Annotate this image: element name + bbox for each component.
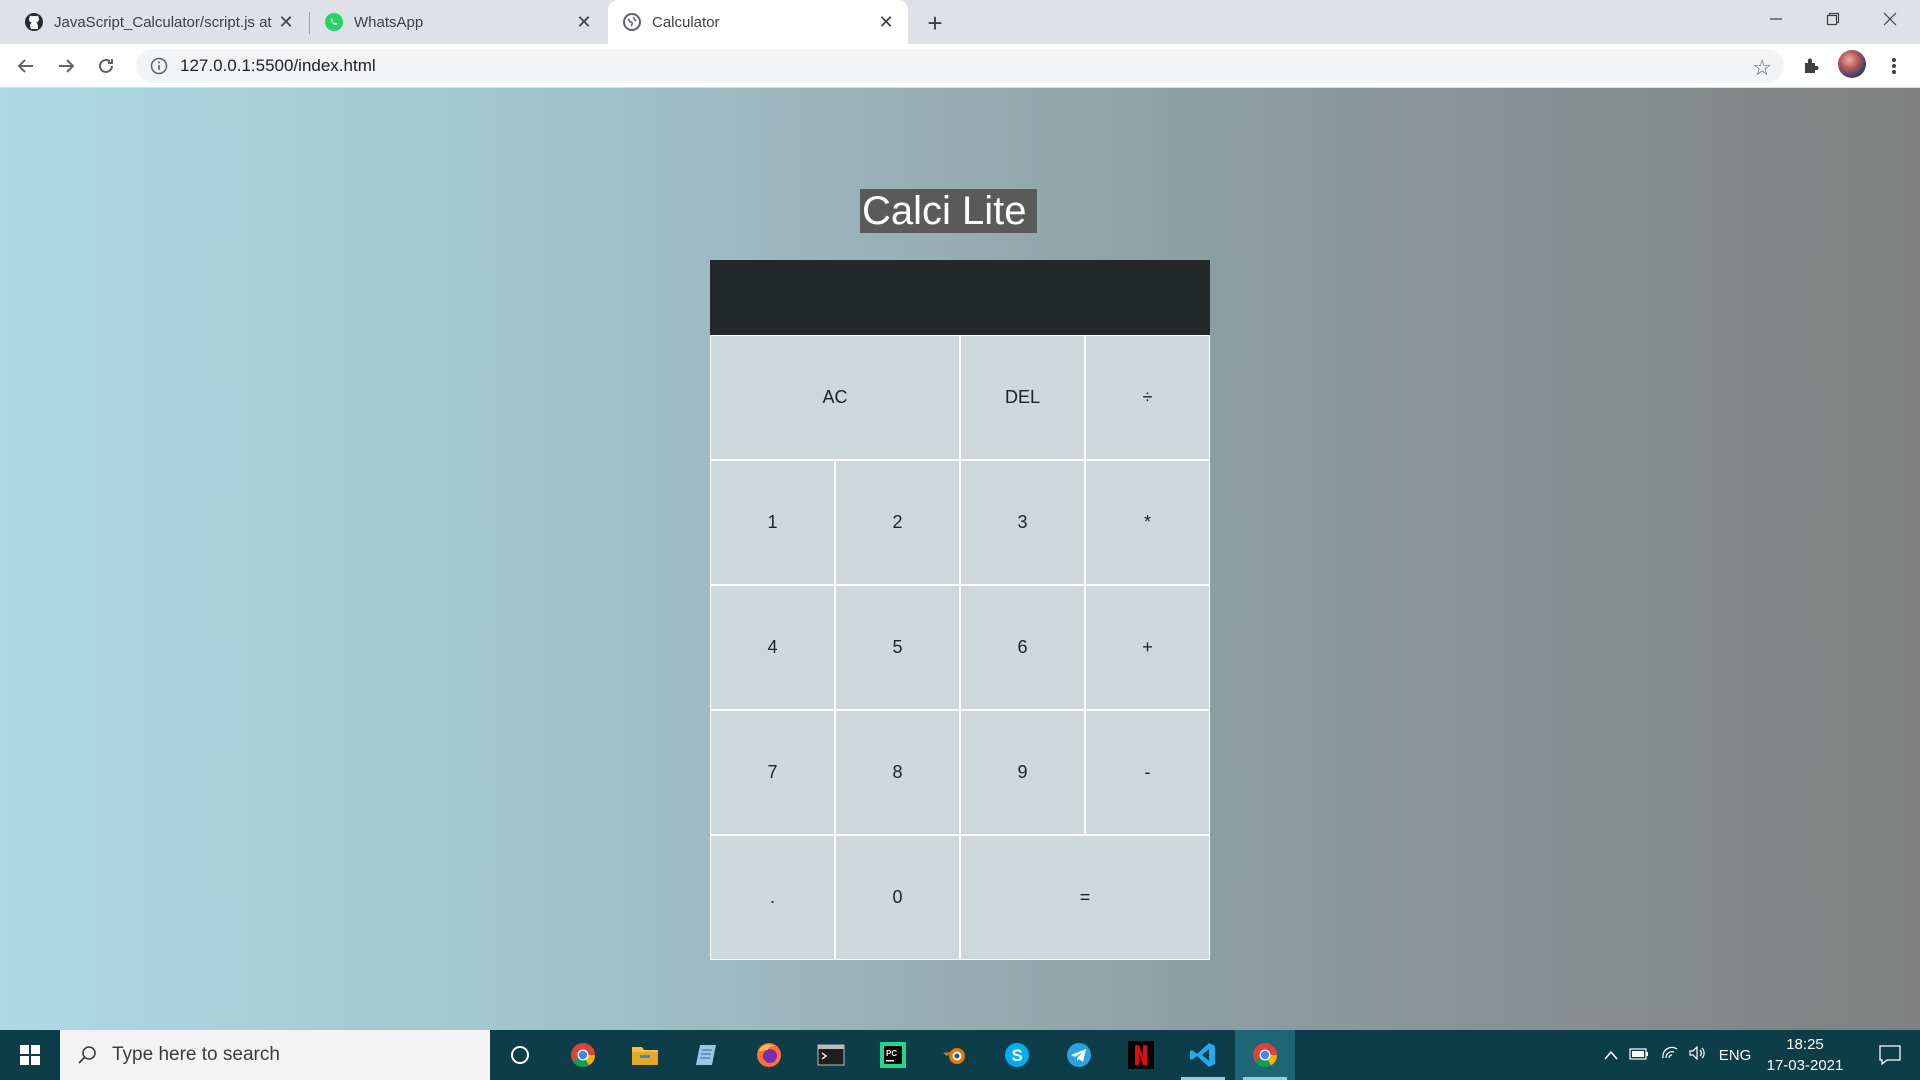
digit-8-button[interactable]: 8: [835, 710, 960, 835]
app-title: Calci Lite: [860, 189, 1037, 233]
close-tab-icon[interactable]: ✕: [872, 8, 900, 36]
digit-5-button[interactable]: 5: [835, 585, 960, 710]
close-window-icon[interactable]: [1862, 0, 1918, 38]
digit-3-button[interactable]: 3: [960, 460, 1085, 585]
minus-button[interactable]: -: [1085, 710, 1210, 835]
vscode-icon[interactable]: [1173, 1030, 1233, 1080]
skype-icon[interactable]: S: [987, 1030, 1047, 1080]
pycharm-icon[interactable]: PC: [863, 1030, 923, 1080]
netflix-icon[interactable]: [1111, 1030, 1171, 1080]
menu-kebab-icon[interactable]: [1876, 48, 1912, 84]
digit-6-button[interactable]: 6: [960, 585, 1085, 710]
back-arrow-icon[interactable]: [8, 48, 44, 84]
multiply-button[interactable]: *: [1085, 460, 1210, 585]
restore-icon[interactable]: [1805, 0, 1861, 38]
keypad: AC DEL ÷ 1 2 3 * 4 5 6 + 7 8 9 - . 0 =: [710, 335, 1210, 960]
new-tab-button[interactable]: +: [918, 6, 952, 40]
windows-taskbar: Type here to search PC S ENG 18:25 17-03…: [0, 1030, 1920, 1080]
browser-tab-strip: JavaScript_Calculator/script.js at ✕ Wha…: [0, 0, 1920, 44]
windows-start-icon[interactable]: [0, 1030, 60, 1080]
system-tray: ENG: [1600, 1030, 1758, 1080]
globe-icon: [622, 12, 642, 32]
close-tab-icon[interactable]: ✕: [272, 8, 300, 36]
digit-2-button[interactable]: 2: [835, 460, 960, 585]
tab-whatsapp[interactable]: WhatsApp ✕: [300, 0, 606, 44]
minimize-icon[interactable]: [1748, 0, 1804, 38]
calculator-display: [710, 260, 1210, 335]
chevron-up-icon[interactable]: [1600, 1047, 1622, 1064]
address-bar[interactable]: 127.0.0.1:5500/index.html ☆: [136, 49, 1784, 83]
tab-calculator[interactable]: Calculator ✕: [608, 0, 908, 44]
telegram-icon[interactable]: [1049, 1030, 1109, 1080]
reload-icon[interactable]: [88, 48, 124, 84]
file-explorer-icon[interactable]: [615, 1030, 675, 1080]
tab-github[interactable]: JavaScript_Calculator/script.js at ✕: [0, 0, 308, 44]
browser-toolbar: 127.0.0.1:5500/index.html ☆: [0, 44, 1920, 88]
wifi-icon[interactable]: [1656, 1046, 1684, 1064]
cortana-icon[interactable]: [490, 1030, 550, 1080]
profile-avatar[interactable]: [1838, 50, 1866, 78]
decimal-button[interactable]: .: [710, 835, 835, 960]
search-placeholder: Type here to search: [112, 1044, 280, 1065]
search-icon: [76, 1044, 98, 1066]
whatsapp-icon: [324, 12, 344, 32]
bookmark-star-icon[interactable]: ☆: [1752, 55, 1772, 81]
all-clear-button[interactable]: AC: [710, 335, 960, 460]
terminal-icon[interactable]: [801, 1030, 861, 1080]
digit-0-button[interactable]: 0: [835, 835, 960, 960]
digit-4-button[interactable]: 4: [710, 585, 835, 710]
system-clock[interactable]: 18:25 17-03-2021: [1755, 1030, 1855, 1080]
equals-button[interactable]: =: [960, 835, 1210, 960]
svg-text:PC: PC: [886, 1049, 897, 1058]
firefox-icon[interactable]: [739, 1030, 799, 1080]
divide-button[interactable]: ÷: [1085, 335, 1210, 460]
language-indicator[interactable]: ENG: [1712, 1047, 1758, 1064]
digit-9-button[interactable]: 9: [960, 710, 1085, 835]
digit-1-button[interactable]: 1: [710, 460, 835, 585]
page-content: Calci Lite AC DEL ÷ 1 2 3 * 4 5 6 + 7 8 …: [0, 88, 1920, 1030]
delete-button[interactable]: DEL: [960, 335, 1085, 460]
tab-title: WhatsApp: [354, 13, 424, 31]
battery-icon[interactable]: [1622, 1047, 1656, 1064]
chrome-icon[interactable]: [1235, 1030, 1295, 1080]
url-text: 127.0.0.1:5500/index.html: [180, 56, 376, 75]
extensions-puzzle-icon[interactable]: [1794, 48, 1830, 84]
close-tab-icon[interactable]: ✕: [570, 8, 598, 36]
digit-7-button[interactable]: 7: [710, 710, 835, 835]
clock-time: 18:25: [1786, 1036, 1824, 1053]
blender-icon[interactable]: [925, 1030, 985, 1080]
info-icon[interactable]: [150, 57, 168, 75]
volume-icon[interactable]: [1684, 1045, 1712, 1064]
calculator: AC DEL ÷ 1 2 3 * 4 5 6 + 7 8 9 - . 0 =: [710, 260, 1210, 960]
clock-date: 17-03-2021: [1766, 1057, 1844, 1074]
chrome-icon[interactable]: [553, 1030, 613, 1080]
svg-text:S: S: [1012, 1046, 1023, 1065]
taskbar-search-box[interactable]: Type here to search: [60, 1030, 490, 1080]
notepad-icon[interactable]: [677, 1030, 737, 1080]
tab-title: JavaScript_Calculator/script.js at: [54, 13, 272, 31]
tab-title: Calculator: [652, 13, 720, 31]
plus-button[interactable]: +: [1085, 585, 1210, 710]
notification-icon[interactable]: [1860, 1030, 1920, 1080]
forward-arrow-icon[interactable]: [48, 48, 84, 84]
github-icon: [24, 12, 44, 32]
